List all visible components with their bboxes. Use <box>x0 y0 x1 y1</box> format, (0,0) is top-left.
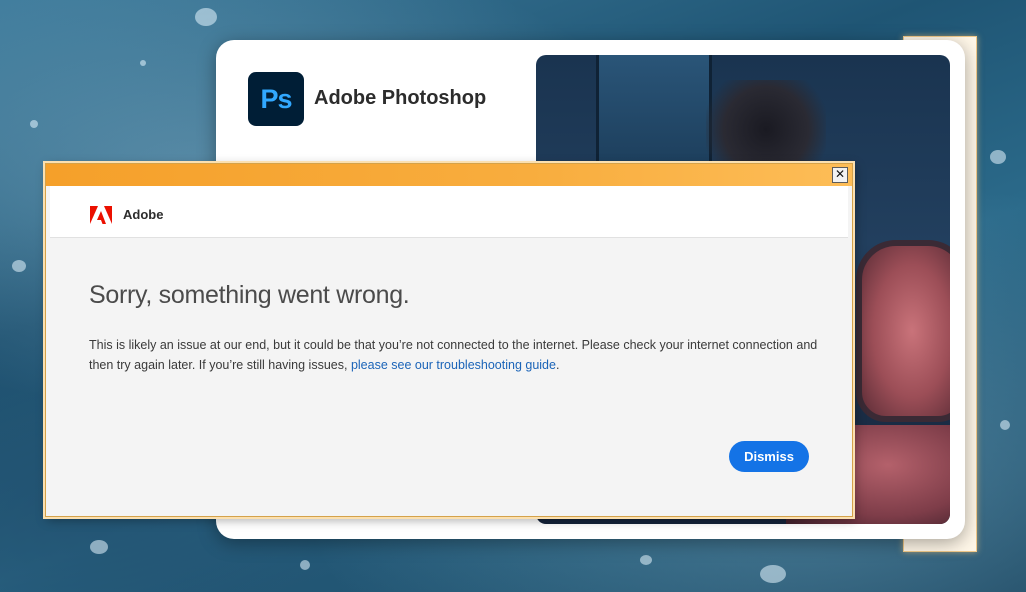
error-title: Sorry, something went wrong. <box>89 281 410 309</box>
bubble <box>140 60 146 66</box>
bubble <box>640 555 652 565</box>
splash-title: Adobe Photoshop <box>314 87 487 109</box>
photoshop-logo-text: Ps <box>260 83 292 114</box>
adobe-logo-icon <box>90 206 112 224</box>
error-dialog: ✕ Adobe Sorry, something went wrong. Thi… <box>45 163 853 517</box>
troubleshooting-guide-link[interactable]: please see our troubleshooting guide <box>351 358 556 372</box>
bubble <box>990 150 1006 164</box>
bubble <box>90 540 108 554</box>
dismiss-button[interactable]: Dismiss <box>729 441 809 472</box>
bubble <box>12 260 26 272</box>
photoshop-logo-icon: Ps <box>248 72 304 126</box>
bubble <box>1000 420 1010 430</box>
error-message-end: . <box>555 358 560 372</box>
bubble <box>30 120 38 128</box>
bubble <box>300 560 310 570</box>
dialog-header: Adobe <box>50 186 848 238</box>
bubble <box>195 8 217 26</box>
error-message: This is likely an issue at our end, but … <box>89 335 819 375</box>
close-button[interactable]: ✕ <box>832 167 848 183</box>
bubble <box>760 565 786 583</box>
dialog-titlebar[interactable]: ✕ <box>46 164 852 186</box>
artwork-chair <box>856 240 950 422</box>
header-label: Adobe <box>123 207 164 222</box>
